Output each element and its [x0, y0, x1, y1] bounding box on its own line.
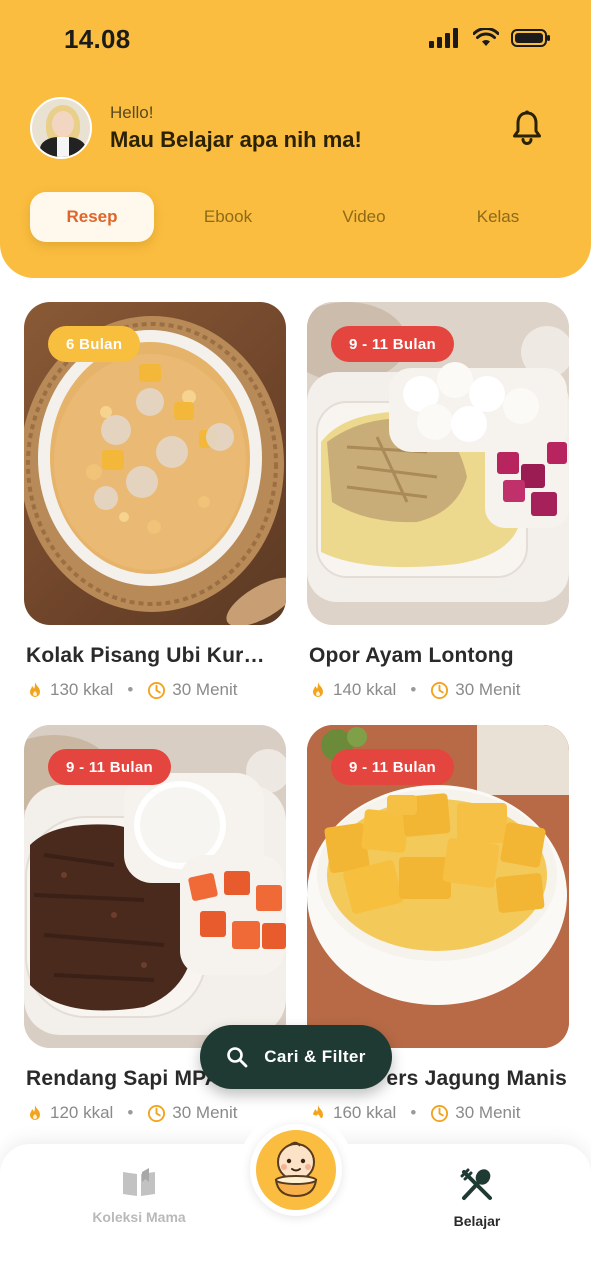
recipe-photo: 6 Bulan — [24, 302, 286, 625]
calories-text: 140 kkal — [333, 680, 397, 699]
avatar[interactable] — [30, 97, 92, 159]
separator-dot: • — [127, 680, 134, 699]
recipe-meta: 130 kkal • 30 Menit — [26, 680, 237, 700]
nav-label: Belajar — [453, 1213, 501, 1229]
recipe-card[interactable]: 9 - 11 Bulan Opor Ayam Lontong 140 kkal … — [307, 302, 569, 702]
tab-video[interactable]: Video — [302, 192, 426, 242]
nav-label: Koleksi Mama — [92, 1209, 186, 1225]
age-badge: 9 - 11 Bulan — [331, 749, 454, 785]
recipe-photo: 9 - 11 Bulan — [307, 725, 569, 1048]
recipe-card[interactable]: 6 Bulan Kolak Pisang Ubi Kur… 130 kkal •… — [24, 302, 286, 702]
duration-text: 30 Menit — [172, 1103, 238, 1122]
wifi-icon — [473, 28, 499, 46]
calories-text: 130 kkal — [50, 680, 114, 699]
recipe-meta: 140 kkal • 30 Menit — [309, 680, 520, 700]
age-badge: 9 - 11 Bulan — [48, 749, 171, 785]
recipe-photo: 9 - 11 Bulan — [24, 725, 286, 1048]
search-icon — [227, 1047, 248, 1068]
age-badge: 9 - 11 Bulan — [331, 326, 454, 362]
duration-text: 30 Menit — [455, 680, 521, 699]
age-badge: 6 Bulan — [48, 326, 141, 362]
book-icon — [123, 1168, 155, 1196]
clock-icon — [148, 681, 166, 699]
tab-kelas[interactable]: Kelas — [436, 192, 560, 242]
battery-icon — [511, 29, 550, 47]
separator-dot: • — [410, 1103, 417, 1122]
signal-icon — [429, 28, 458, 48]
separator-dot: • — [410, 680, 417, 699]
status-icons — [429, 28, 551, 48]
clock-icon — [431, 1104, 449, 1122]
spoon-fork-icon — [460, 1168, 492, 1200]
flame-icon — [30, 1105, 40, 1120]
notification-bell-icon[interactable] — [511, 110, 543, 146]
recipe-meta: 160 kkal • 30 Menit — [309, 1103, 520, 1123]
nav-belajar[interactable]: Belajar — [407, 1168, 547, 1229]
hello-text: Hello! — [110, 103, 154, 122]
duration-text: 30 Menit — [455, 1103, 521, 1122]
search-filter-label: Cari & Filter — [264, 1047, 366, 1066]
recipe-title[interactable]: Kolak Pisang Ubi Kur… — [26, 644, 284, 668]
calories-text: 160 kkal — [333, 1103, 397, 1122]
recipe-photo: 9 - 11 Bulan — [307, 302, 569, 625]
baby-eating-icon — [274, 1141, 318, 1198]
status-time: 14.08 — [64, 24, 131, 54]
tab-ebook[interactable]: Ebook — [166, 192, 290, 242]
clock-icon — [431, 681, 449, 699]
tab-resep[interactable]: Resep — [30, 192, 154, 242]
calories-text: 120 kkal — [50, 1103, 114, 1122]
search-filter-button[interactable]: Cari & Filter — [200, 1025, 392, 1089]
greeting-text: Mau Belajar apa nih ma! — [110, 127, 362, 152]
nav-koleksi-mama[interactable]: Koleksi Mama — [69, 1168, 209, 1225]
recipe-meta: 120 kkal • 30 Menit — [26, 1103, 237, 1123]
recipe-title[interactable]: Opor Ayam Lontong — [309, 644, 567, 668]
clock-icon — [148, 1104, 166, 1122]
screen: 14.08 Hello! Mau Belajar apa nih ma! Res… — [0, 0, 591, 1280]
flame-icon — [313, 682, 323, 697]
separator-dot: • — [127, 1103, 134, 1122]
center-nav-button[interactable] — [250, 1124, 342, 1216]
duration-text: 30 Menit — [172, 680, 238, 699]
flame-icon — [30, 682, 40, 697]
category-tabs: Resep Ebook Video Kelas — [30, 192, 570, 242]
header: 14.08 Hello! Mau Belajar apa nih ma! Res… — [0, 0, 591, 278]
